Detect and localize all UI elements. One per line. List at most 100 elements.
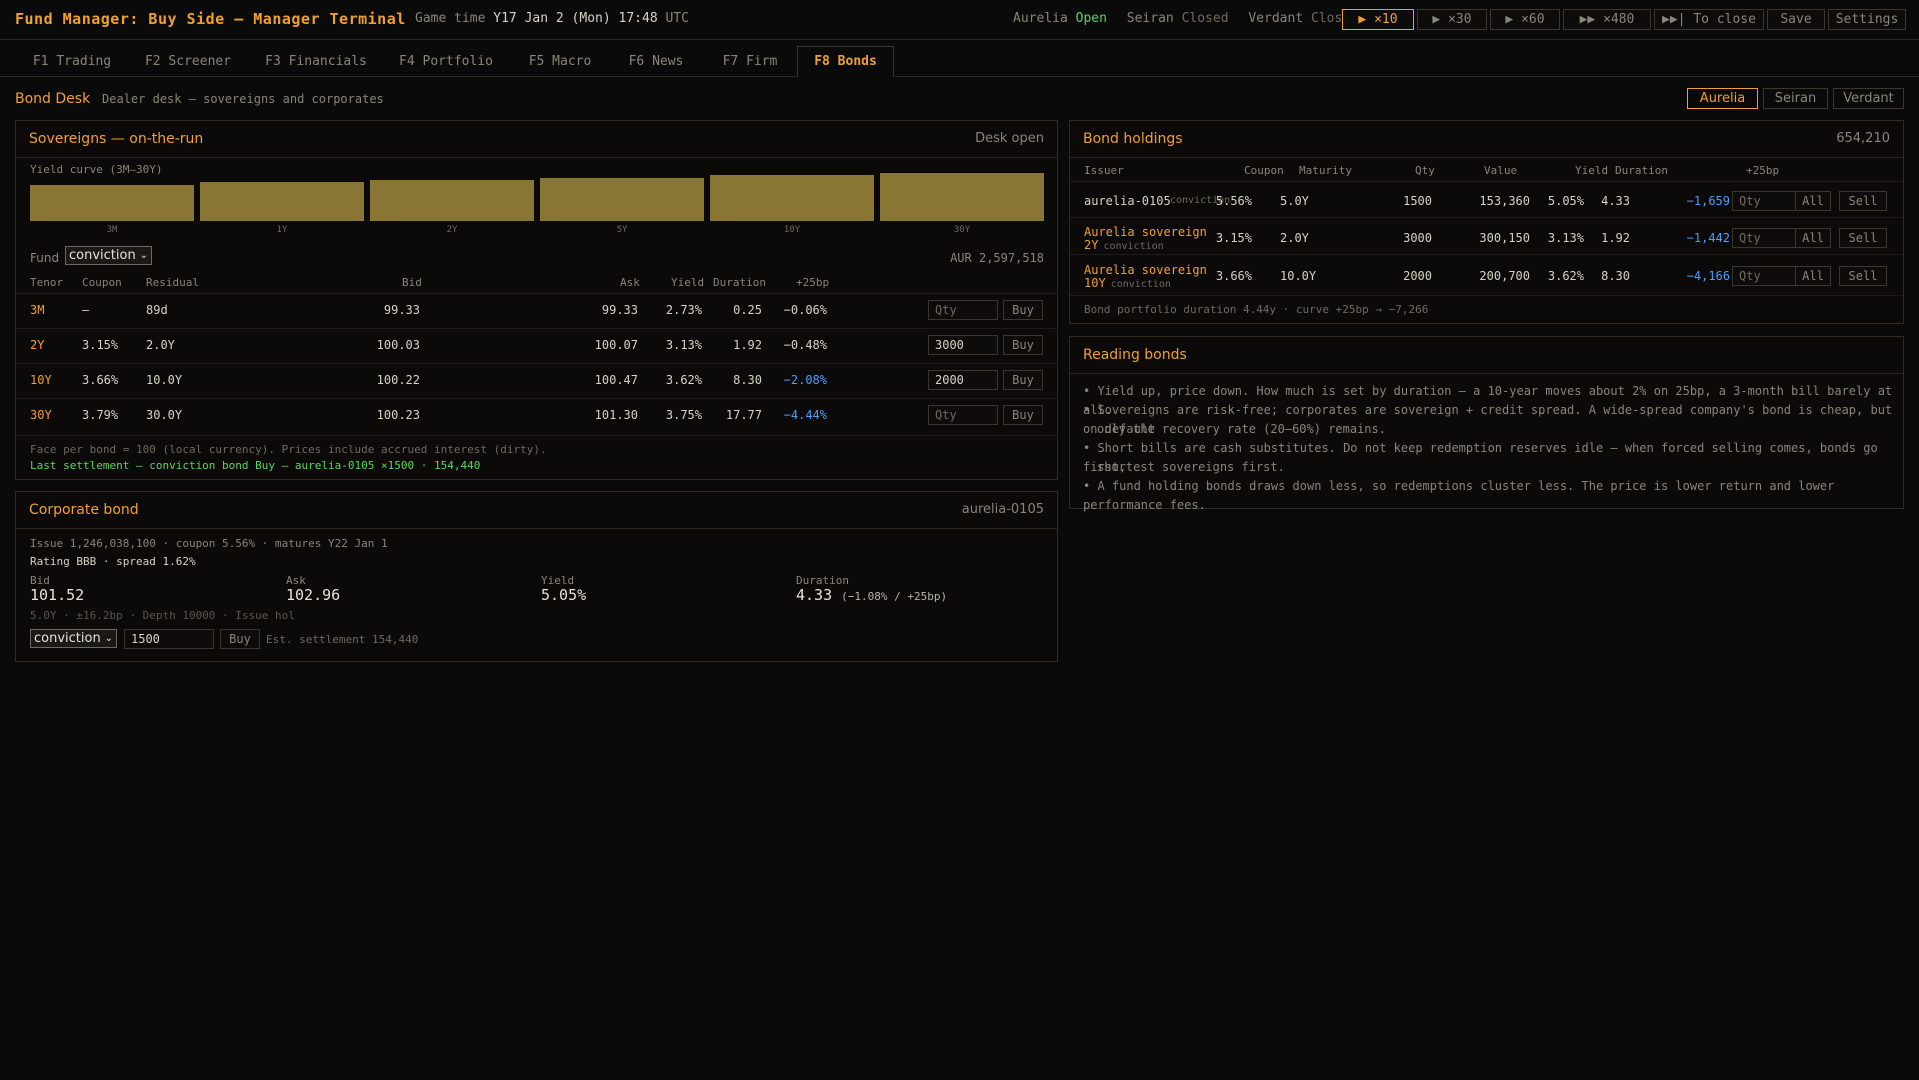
cash-balance: AUR 2,597,518	[950, 251, 1044, 265]
col-qty: Qty	[1415, 164, 1435, 177]
est-settlement: Est. settlement 154,440	[266, 633, 419, 646]
sovereign-coupon: 3.79%	[82, 408, 119, 422]
tab-firm[interactable]: F7 Firm	[708, 46, 792, 77]
issue-line: Issue 1,246,038,100 · coupon 5.56% · mat…	[30, 537, 388, 550]
sovereign-coupon: —	[82, 303, 90, 317]
holdings-panel: Bond holdings 654,210 Issuer Coupon Matu…	[1069, 120, 1904, 324]
sovereign-ask: 100.07	[594, 338, 638, 352]
col-coupon: Coupon	[1244, 164, 1284, 177]
tab-trading[interactable]: F1 Trading	[20, 46, 124, 77]
holding-sell-button[interactable]: Sell	[1839, 191, 1887, 211]
corporate-qty-input[interactable]	[124, 629, 214, 649]
top-bar: Fund Manager: Buy Side — Manager Termina…	[0, 0, 1919, 40]
reading-header: Reading bonds	[1070, 337, 1903, 374]
settings-button[interactable]: Settings	[1828, 9, 1906, 30]
sovereign-qty-input[interactable]	[928, 335, 998, 355]
sovereign-residual: 10.0Y	[146, 373, 183, 387]
sovereign-buy-button[interactable]: Buy	[1003, 405, 1043, 425]
sovereign-buy-button[interactable]: Buy	[1003, 300, 1043, 320]
sovereign-buy-button[interactable]: Buy	[1003, 335, 1043, 355]
holding-all-button[interactable]: All	[1795, 228, 1831, 248]
tab-bar: F1 Trading F2 Screener F3 Financials F4 …	[0, 46, 1919, 77]
speed-10-button[interactable]: ▶ ×10	[1342, 9, 1414, 30]
yield-curve-chart: 3M 1Y 2Y 5Y 10Y 30Y	[30, 173, 1044, 235]
speed-480-button[interactable]: ▶▶ ×480	[1563, 9, 1651, 30]
corporate-header: Corporate bond aurelia-0105	[16, 492, 1057, 529]
corporate-fund-select[interactable]: conviction ⌄	[30, 629, 117, 648]
holding-yield: 5.05%	[1547, 194, 1584, 208]
tab-screener[interactable]: F2 Screener	[130, 46, 246, 77]
sovereign-buy-button[interactable]: Buy	[1003, 370, 1043, 390]
holding-duration: 8.30	[1601, 269, 1630, 283]
corporate-title: Corporate bond	[29, 502, 139, 518]
tab-macro[interactable]: F5 Macro	[516, 46, 604, 77]
sovereign-duration: 1.92	[733, 338, 762, 352]
sovereign-duration: 8.30	[733, 373, 762, 387]
rating-line: Rating BBB · spread 1.62%	[30, 555, 196, 568]
yield-curve-tick-label: 10Y	[783, 225, 801, 235]
holding-qty-input[interactable]	[1732, 191, 1796, 211]
sovereign-residual: 89d	[146, 303, 168, 317]
tab-financials[interactable]: F3 Financials	[256, 46, 376, 77]
sovereigns-title: Sovereigns — on-the-run	[29, 131, 204, 147]
holding-value: 300,150	[1479, 231, 1530, 245]
fund-select[interactable]: conviction ⌄	[65, 246, 152, 265]
holding-25bp: −1,442	[1686, 231, 1730, 245]
desk-title: Bond Desk	[15, 91, 91, 107]
divider	[16, 363, 1057, 364]
holding-issuer: aurelia-0105	[1084, 194, 1171, 208]
col-bid: Bid	[402, 276, 422, 289]
holding-25bp: −4,166	[1686, 269, 1730, 283]
holdings-header: Bond holdings 654,210	[1070, 121, 1903, 158]
divider	[16, 398, 1057, 399]
divider	[16, 293, 1057, 294]
fund-tab-aurelia[interactable]: Aurelia	[1687, 88, 1758, 109]
corporate-meta: 5.0Y · ±16.2bp · Depth 10000 · Issue hol	[30, 609, 295, 622]
holding-value: 153,360	[1479, 194, 1530, 208]
sovereign-qty-input[interactable]	[928, 405, 998, 425]
col-issuer: Issuer	[1084, 164, 1124, 177]
market-aurelia: Aurelia Open	[1013, 11, 1107, 26]
yield-curve-tick-label: 3M	[106, 225, 118, 235]
sovereign-25bp: −0.06%	[783, 303, 827, 317]
holding-all-button[interactable]: All	[1795, 266, 1831, 286]
tab-news[interactable]: F6 News	[614, 46, 698, 77]
holding-qty-input[interactable]	[1732, 266, 1796, 286]
holding-sell-button[interactable]: Sell	[1839, 228, 1887, 248]
tab-bonds[interactable]: F8 Bonds	[797, 46, 894, 77]
tab-portfolio[interactable]: F4 Portfolio	[388, 46, 504, 77]
sovereign-qty-input[interactable]	[928, 300, 998, 320]
sovereigns-header: Sovereigns — on-the-run Desk open	[16, 121, 1057, 158]
sovereign-tenor: 30Y	[30, 408, 52, 422]
to-close-button[interactable]: ▶▶| To close	[1654, 9, 1764, 30]
sovereign-yield: 2.73%	[665, 303, 702, 317]
reading-title: Reading bonds	[1083, 347, 1187, 363]
sovereign-25bp: −4.44%	[783, 408, 827, 422]
sovereign-qty-input[interactable]	[928, 370, 998, 390]
market-status: Aurelia Open Seiran Closed Verdant Close…	[1013, 11, 1370, 26]
holding-issuer-line2: 2Y conviction	[1084, 238, 1164, 252]
divider	[16, 435, 1057, 436]
app-title: Fund Manager: Buy Side — Manager Termina…	[15, 10, 406, 28]
corporate-buy-button[interactable]: Buy	[220, 629, 260, 649]
holding-coupon: 3.15%	[1215, 231, 1252, 245]
fund-tab-seiran[interactable]: Seiran	[1763, 88, 1828, 109]
fund-tab-verdant[interactable]: Verdant	[1833, 88, 1904, 109]
holding-all-button[interactable]: All	[1795, 191, 1831, 211]
sovereign-duration: 0.25	[733, 303, 762, 317]
ask-value: 102.96	[286, 586, 341, 604]
holding-sell-button[interactable]: Sell	[1839, 266, 1887, 286]
sovereign-ask: 100.47	[594, 373, 638, 387]
divider	[1070, 217, 1903, 218]
save-button[interactable]: Save	[1767, 9, 1825, 30]
speed-60-button[interactable]: ▶ ×60	[1490, 9, 1560, 30]
holding-value: 200,700	[1479, 269, 1530, 283]
holding-qty-input[interactable]	[1732, 228, 1796, 248]
sovereign-yield: 3.75%	[665, 408, 702, 422]
divider	[1070, 181, 1903, 182]
holding-issuer-line2: 10Y conviction	[1084, 276, 1171, 290]
sovereign-tenor: 10Y	[30, 373, 52, 387]
yield-curve-bar	[200, 182, 364, 221]
speed-30-button[interactable]: ▶ ×30	[1417, 9, 1487, 30]
divider	[1070, 295, 1903, 296]
